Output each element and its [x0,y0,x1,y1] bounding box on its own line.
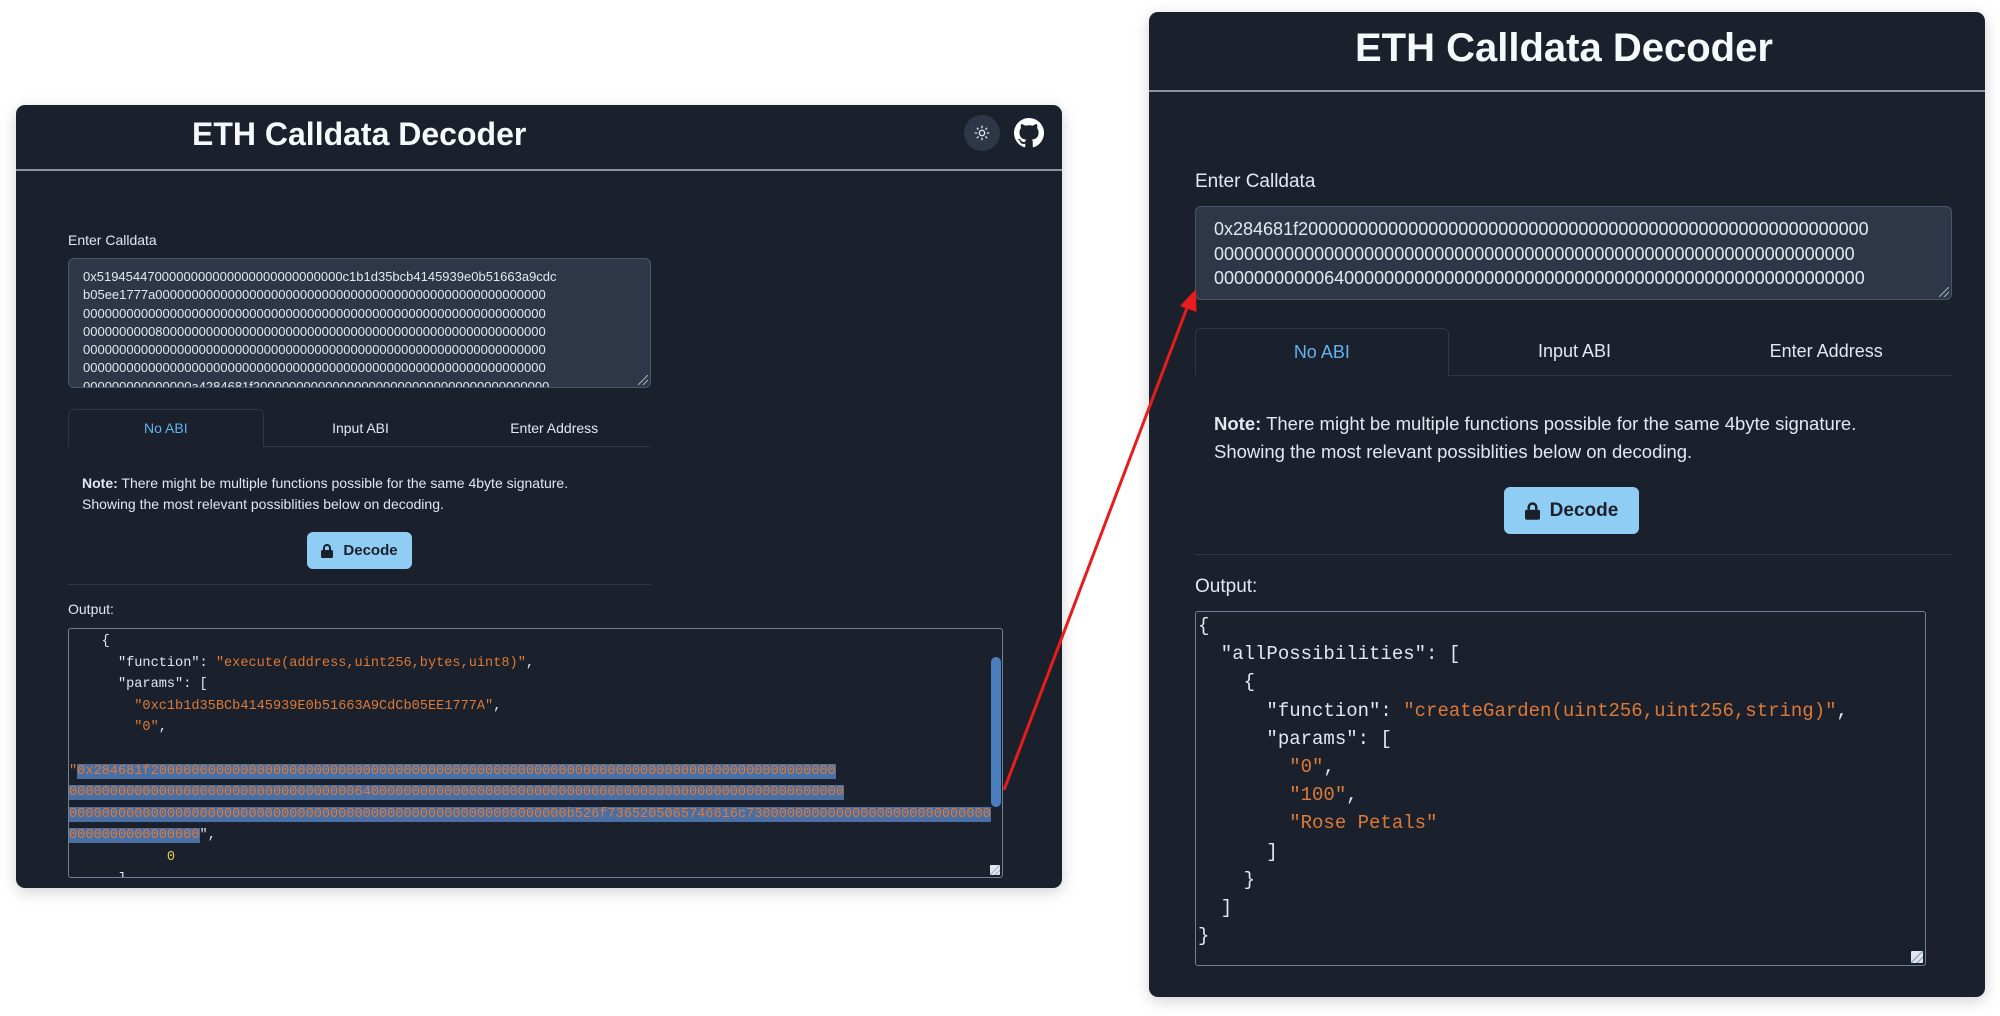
output-comma: , [1346,784,1358,807]
output-string: "Rose Petals" [1289,812,1438,835]
resize-handle[interactable] [638,375,648,385]
calldata-line: 0x5194544700000000000000000000000000c1b1… [83,269,557,284]
sun-icon [974,125,990,141]
decode-button[interactable]: Decode [1504,487,1639,534]
decode-label: Decode [343,542,398,559]
calldata-line: 0000000000000000000000000000000000000000… [83,342,546,358]
note-bold: Note: [82,475,118,491]
output-textarea[interactable]: { "function": "execute(address,uint256,b… [68,628,1003,878]
abi-tabs: No ABI Input ABI Enter Address [1195,328,1952,376]
output-line: } [1198,868,1256,891]
output-label: Output: [1195,576,1258,597]
output-comma: ", [199,828,216,844]
output-textarea[interactable]: { "allPossibilities": [ { "function": "c… [1195,611,1926,966]
output-key: "params": [ [117,677,208,693]
github-link[interactable] [1009,113,1049,153]
lock-icon [321,543,334,558]
github-icon [1014,118,1044,148]
note-line1: There might be multiple functions possib… [117,475,569,491]
calldata-textarea[interactable]: 0x5194544700000000000000000000000000c1b1… [68,258,651,388]
output-line: ] [1198,897,1233,920]
resize-handle[interactable] [1939,287,1949,297]
output-line: ] [1198,840,1278,863]
selected-text: "0x284681f200000000000000000000000000000… [69,763,836,779]
calldata-line: 000000000000000a4284681f2000000000000000… [83,378,550,388]
calldata-line: 0000000000000000000000000000000000000000… [1214,243,1855,264]
tab-input-abi[interactable]: Input ABI [264,409,458,446]
tab-no-abi[interactable]: No ABI [1195,328,1449,376]
output-key: "function": [1198,699,1404,722]
output-comma: , [493,698,502,714]
page-title: ETH Calldata Decoder [192,116,527,152]
note-line1: There might be multiple functions possib… [1261,413,1857,434]
calldata-label: Enter Calldata [1195,171,1316,192]
selection-highlight: 0000000000000000000000000000000000000000… [69,806,991,822]
note-line2: Showing the most relevant possiblities b… [1214,441,1693,462]
page-title: ETH Calldata Decoder [1355,26,1773,70]
scrollbar-thumb[interactable] [991,657,1001,807]
output-label: Output: [68,601,114,617]
header: ETH Calldata Decoder [16,105,1062,171]
selection-highlight: 0x284681f2000000000000000000000000000000… [77,763,836,779]
calldata-textarea[interactable]: 0x284681f2000000000000000000000000000000… [1195,206,1952,300]
output-brace: { [101,634,110,649]
calldata-line: 0000000000800000000000000000000000000000… [83,323,546,339]
tab-enter-address[interactable]: Enter Address [457,409,651,446]
output-string: "execute(address,uint256,bytes,uint8)" [215,655,526,671]
note-text: Note: There might be multiple functions … [1214,410,1856,466]
output-line: "params": [ [1198,727,1392,750]
divider [68,584,651,585]
left-app-window: ETH Calldata Decoder Enter Calldata 0x51… [16,105,1062,888]
output-line: { [1198,615,1210,637]
abi-tabs: No ABI Input ABI Enter Address [68,409,651,447]
calldata-line: 0x284681f2000000000000000000000000000000… [1214,219,1869,239]
right-app-window: ETH Calldata Decoder Enter Calldata 0x28… [1149,12,1985,997]
output-line: } [1198,925,1210,948]
output-string: "createGarden(uint256,uint256,string)" [1403,699,1837,722]
header: ETH Calldata Decoder [1149,12,1985,92]
output-line: "allPossibilities": [ [1198,643,1461,666]
theme-toggle-button[interactable] [964,115,1000,151]
resize-handle[interactable] [990,865,1000,875]
output-comma: , [525,655,535,671]
calldata-label: Enter Calldata [68,232,157,248]
tab-enter-address[interactable]: Enter Address [1700,328,1952,375]
output-key: "function": [117,655,216,671]
output-comma: , [158,720,167,736]
tab-no-abi[interactable]: No ABI [68,409,264,447]
calldata-line: 0000000000000000000000000000000000000000… [83,360,546,376]
output-bracket: ] [118,872,126,877]
note-text: Note: There might be multiple functions … [82,473,568,515]
output-string: "0xc1b1d35BCb4145939E0b51663A9CdCb05EE17… [134,698,494,714]
divider [1195,554,1952,555]
note-bold: Note: [1214,413,1262,434]
calldata-line: 0000000000000000000000000000000000000000… [83,305,546,321]
decode-button[interactable]: Decode [307,532,412,569]
output-string: "100" [1289,784,1347,807]
tab-input-abi[interactable]: Input ABI [1449,328,1701,375]
output-number: 0 [166,849,176,865]
calldata-line: 0000000000064000000000000000000000000000… [1214,268,1865,288]
output-string: "0" [134,720,159,736]
note-line2: Showing the most relevant possiblities b… [82,496,444,512]
output-string: "0" [1289,756,1324,779]
output-comma: , [1323,756,1335,779]
output-line: { [1198,671,1256,694]
resize-handle[interactable] [1911,951,1923,963]
calldata-line: b05ee1777a000000000000000000000000000000… [83,287,546,303]
lock-icon [1524,501,1540,520]
output-comma: , [1836,699,1848,722]
selection-highlight: 0000000000000000000000000000000000064000… [69,785,844,801]
selection-highlight: 0000000000000000 [69,828,200,844]
decode-label: Decode [1549,499,1619,521]
